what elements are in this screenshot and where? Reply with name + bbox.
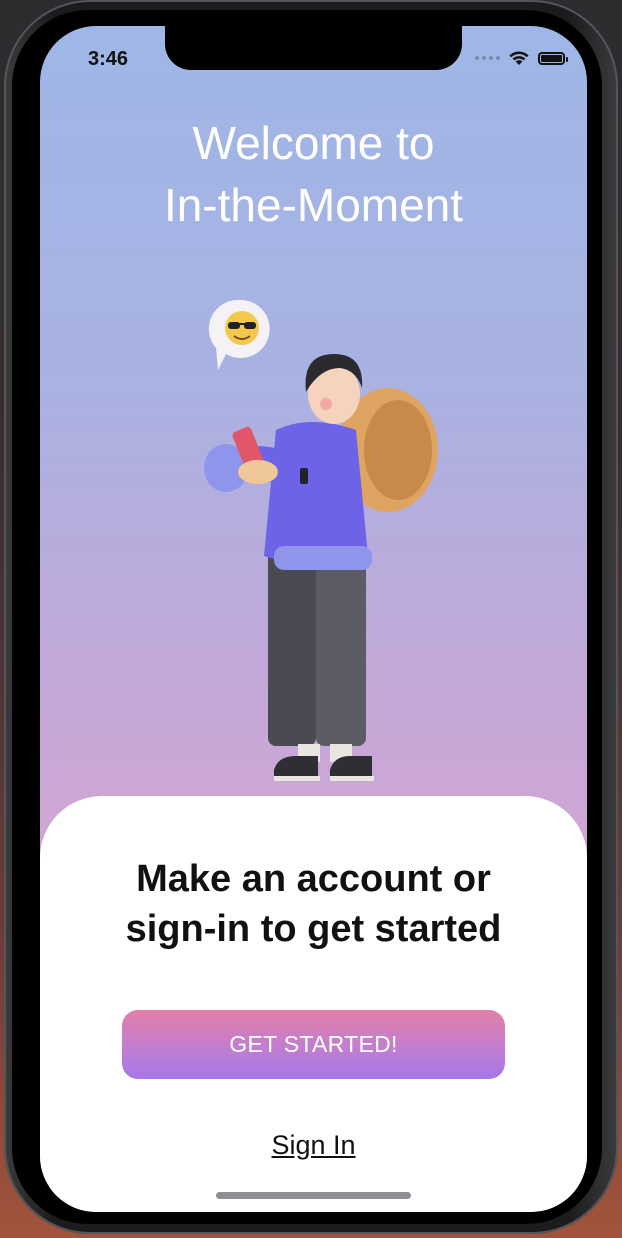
welcome-title-line1: Welcome to: [192, 117, 435, 169]
cellular-signal-icon: [475, 56, 500, 60]
battery-icon: [538, 51, 568, 65]
get-started-button[interactable]: GET STARTED!: [122, 1010, 505, 1079]
sign-in-link[interactable]: Sign In: [40, 1130, 587, 1161]
person-illustration: [204, 300, 438, 781]
status-icons: [475, 50, 568, 66]
status-time: 3:46: [88, 48, 129, 70]
wifi-icon: [509, 51, 529, 65]
app-screen: 3:46 Welcome to In-the-Moment Make an ac…: [40, 26, 587, 1212]
welcome-title-line2: In-the-Moment: [163, 179, 464, 231]
card-heading-line1: Make an account or: [136, 858, 491, 900]
signup-card: Make an account or sign-in to get starte…: [40, 796, 587, 1212]
home-indicator[interactable]: [216, 1192, 411, 1199]
sunglasses-emoji-icon: [225, 311, 259, 345]
camera-notch: [165, 26, 462, 70]
card-heading-line2: sign-in to get started: [125, 908, 502, 950]
